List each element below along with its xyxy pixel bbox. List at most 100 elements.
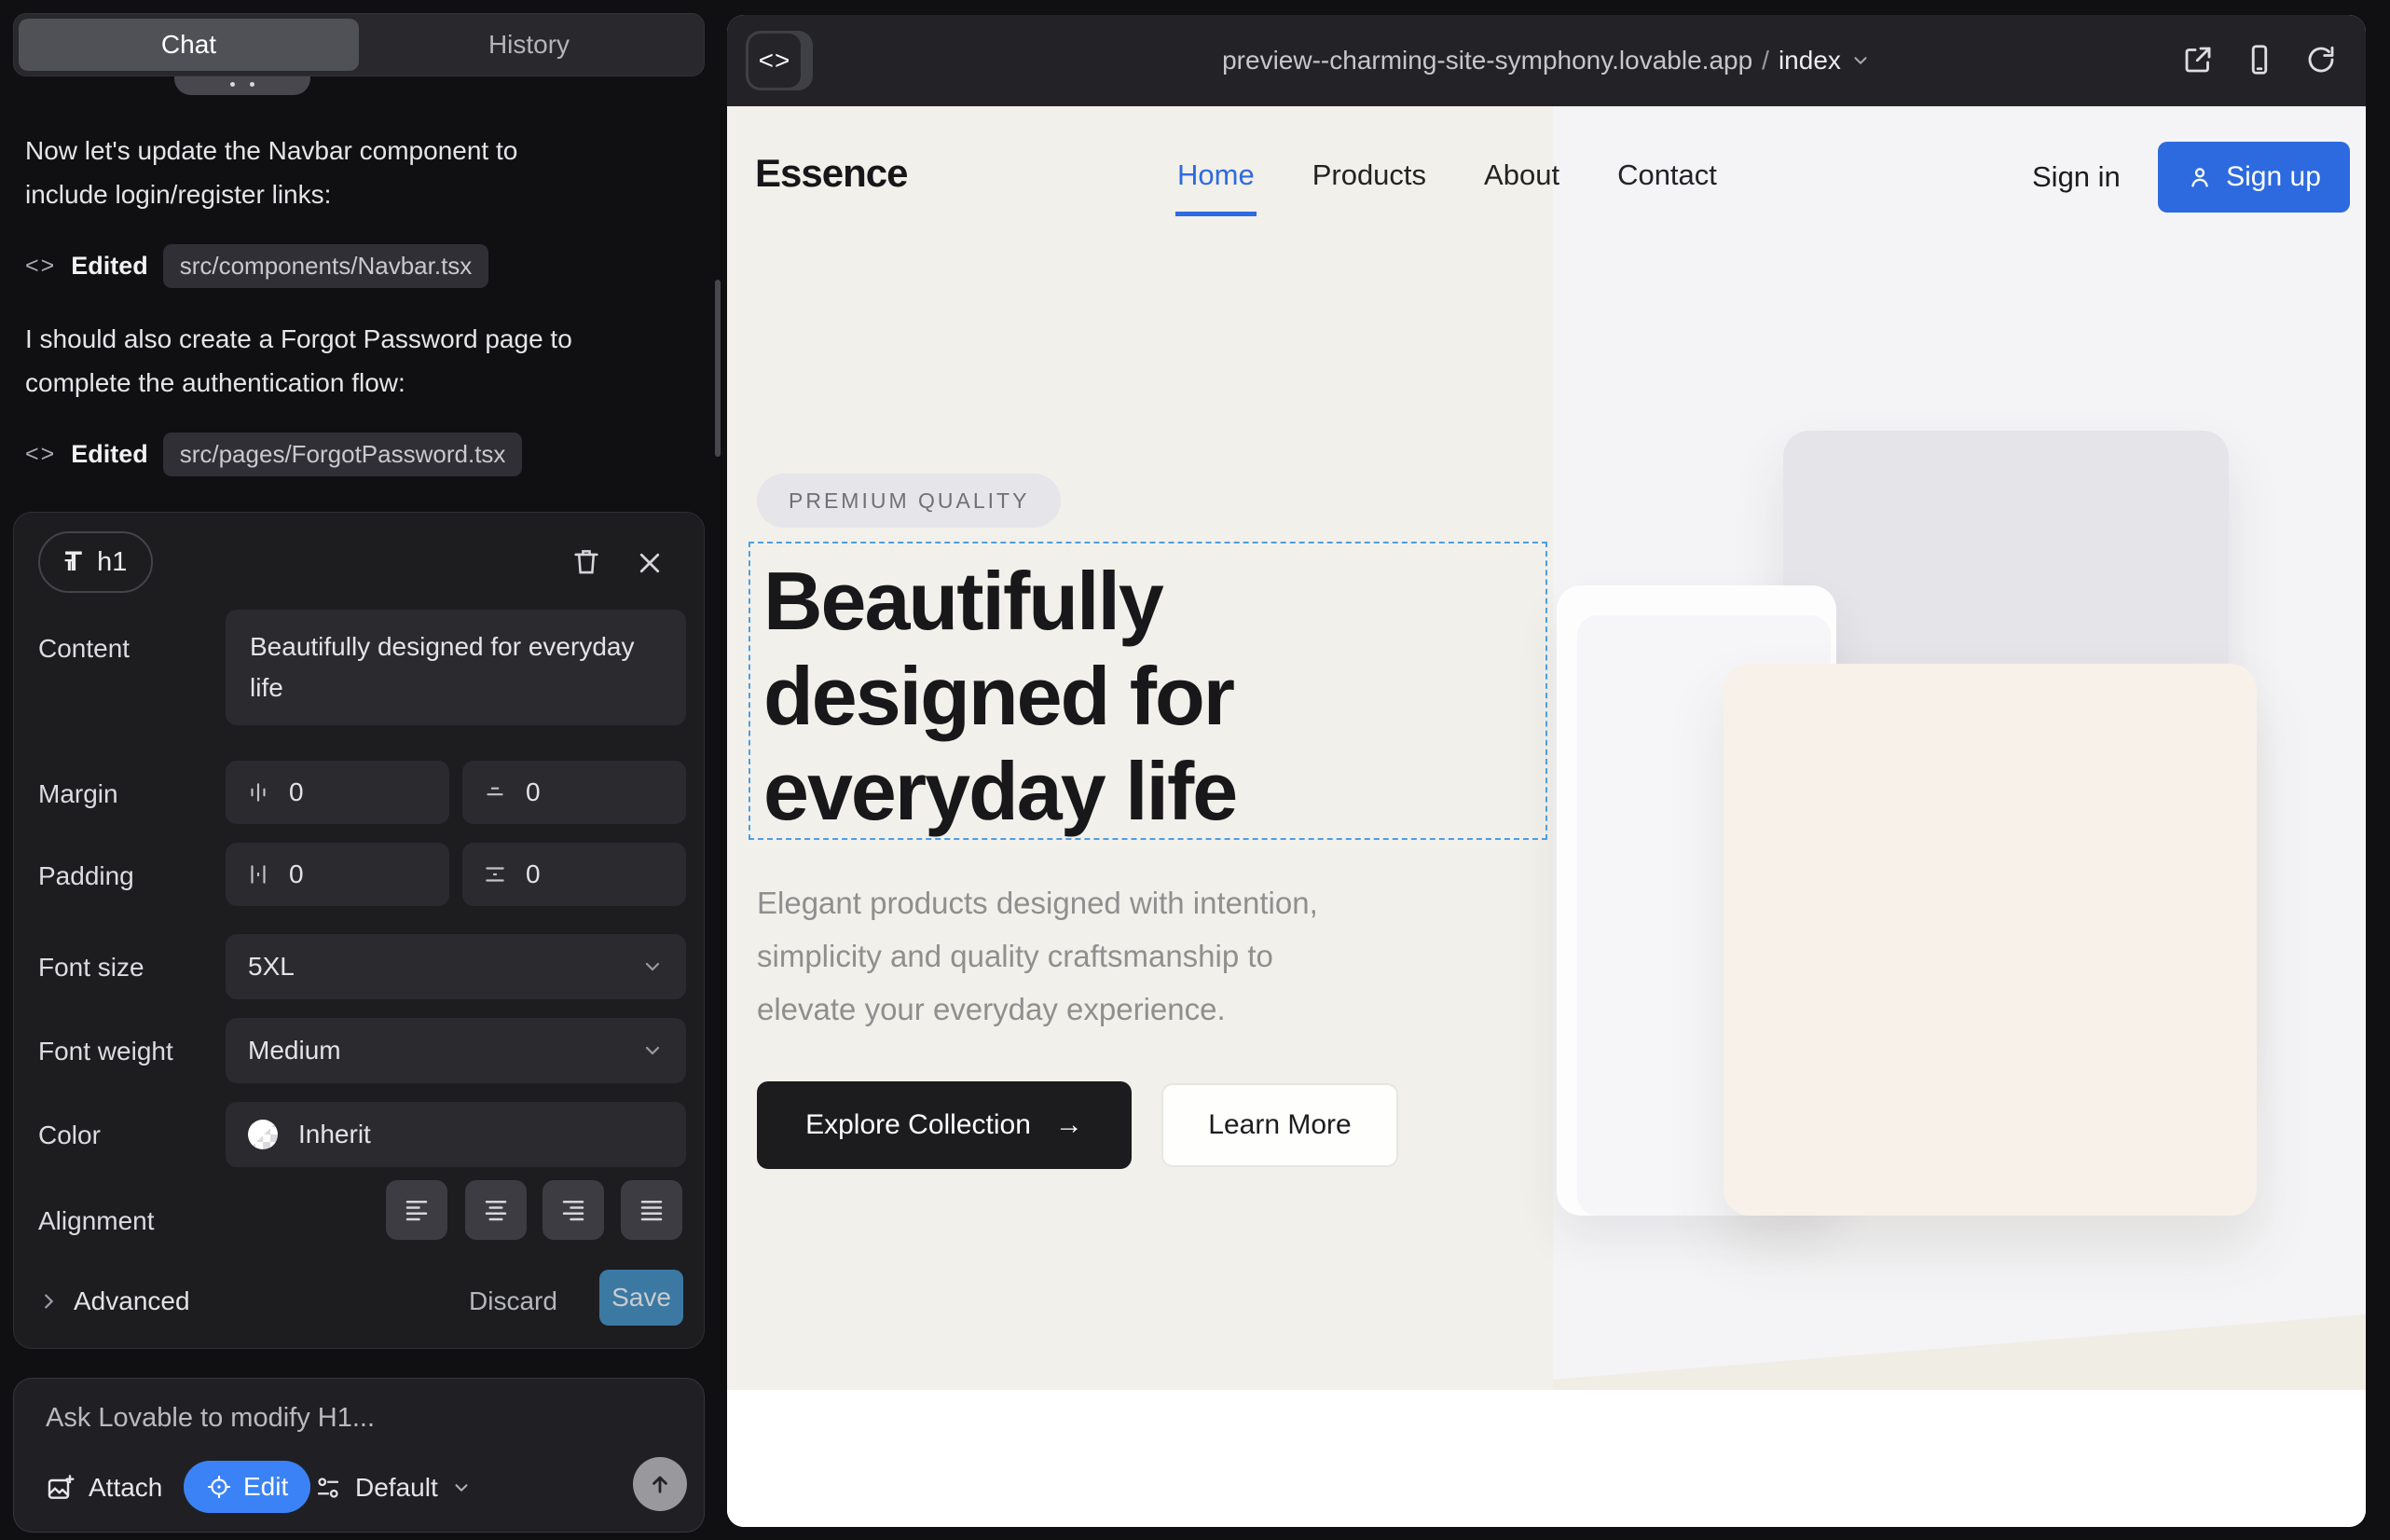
model-default-select[interactable]: Default (314, 1464, 472, 1511)
save-button[interactable]: Save (599, 1270, 683, 1326)
url-host: preview--charming-site-symphony.lovable.… (1222, 46, 1752, 76)
sliders-icon (314, 1474, 342, 1502)
preview-browser-window: <> preview--charming-site-symphony.lovab… (727, 15, 2366, 1527)
url-separator: / (1762, 46, 1769, 76)
site-preview: Essence Home Products About Contact Sign… (727, 106, 2366, 1527)
padding-vertical-icon (483, 862, 507, 887)
padding-horizontal-icon (246, 862, 270, 887)
align-justify-icon (638, 1196, 666, 1224)
chevron-down-icon (451, 1478, 472, 1498)
margin-horizontal-icon (246, 780, 270, 804)
sign-in-link[interactable]: Sign in (2032, 160, 2121, 194)
file-chip[interactable]: src/pages/ForgotPassword.tsx (163, 433, 523, 476)
nav-link-home[interactable]: Home (1177, 158, 1255, 192)
element-editor-panel: тT h1 Content Beautifully designed for e… (13, 512, 705, 1349)
sign-up-button[interactable]: Sign up (2158, 142, 2350, 213)
align-center-button[interactable] (465, 1180, 527, 1240)
font-size-select[interactable]: 5XL (226, 934, 686, 999)
active-underline (1175, 212, 1257, 216)
target-icon (206, 1474, 232, 1500)
align-center-icon (482, 1196, 510, 1224)
chat-scrollbar[interactable] (715, 280, 721, 457)
nav-link-products[interactable]: Products (1312, 158, 1426, 192)
align-justify-button[interactable] (621, 1180, 682, 1240)
open-external-icon[interactable] (2181, 43, 2215, 76)
close-icon (636, 549, 664, 577)
chevron-down-icon (641, 1039, 664, 1062)
margin-y-input[interactable]: 0 (462, 761, 686, 824)
url-page: index (1779, 46, 1841, 76)
user-icon (2187, 164, 2213, 190)
code-icon: <> (759, 46, 791, 76)
attach-button[interactable]: Attach (46, 1464, 162, 1511)
content-label: Content (38, 634, 130, 664)
edited-label: Edited (71, 440, 148, 469)
chevron-down-icon (1850, 50, 1871, 71)
nav-link-about[interactable]: About (1484, 158, 1559, 192)
next-section-band (727, 1390, 2366, 1527)
padding-y-input[interactable]: 0 (462, 843, 686, 906)
chevron-down-icon (641, 956, 664, 978)
color-select[interactable]: Inherit (226, 1102, 686, 1167)
site-nav: Home Products About Contact (1177, 158, 1717, 192)
chat-message: Now let's update the Navbar component to… (25, 129, 659, 216)
code-icon: <> (25, 441, 56, 468)
refresh-icon[interactable] (2304, 43, 2338, 76)
color-label: Color (38, 1121, 101, 1150)
font-weight-label: Font weight (38, 1037, 173, 1066)
margin-label: Margin (38, 779, 118, 809)
site-logo[interactable]: Essence (755, 151, 907, 196)
trash-icon (570, 545, 602, 577)
premium-quality-badge: PREMIUM QUALITY (757, 474, 1061, 528)
url-bar[interactable]: preview--charming-site-symphony.lovable.… (1222, 46, 1871, 76)
delete-element-button[interactable] (566, 541, 607, 582)
app-root: Chat History Now let's update the Navbar… (0, 0, 2390, 1540)
tab-chat[interactable]: Chat (19, 19, 359, 71)
explore-collection-button[interactable]: Explore Collection → (757, 1081, 1132, 1169)
hero-heading[interactable]: Beautifully designed for everyday life (763, 554, 1236, 839)
close-editor-button[interactable] (631, 544, 668, 582)
selected-element-pill[interactable]: тT h1 (38, 531, 153, 593)
browser-actions (2181, 43, 2338, 76)
edited-file-row: <> Edited src/pages/ForgotPassword.tsx (25, 431, 522, 477)
padding-x-input[interactable]: 0 (226, 843, 449, 906)
decorative-card-beige (1724, 664, 2257, 1216)
padding-label: Padding (38, 861, 134, 891)
browser-topbar: <> preview--charming-site-symphony.lovab… (727, 15, 2366, 106)
discard-button[interactable]: Discard (469, 1286, 557, 1316)
margin-vertical-icon (483, 780, 507, 804)
color-swatch (248, 1120, 278, 1149)
advanced-toggle[interactable]: Advanced (38, 1286, 190, 1316)
hero-description: Elegant products designed with intention… (757, 876, 1318, 1036)
file-chip[interactable]: src/components/Navbar.tsx (163, 244, 489, 288)
align-right-button[interactable] (543, 1180, 604, 1240)
attach-image-icon (46, 1473, 76, 1503)
chevron-right-icon (38, 1291, 59, 1312)
send-button[interactable] (633, 1457, 687, 1511)
margin-x-input[interactable]: 0 (226, 761, 449, 824)
edit-mode-button[interactable]: Edit (184, 1461, 310, 1513)
mobile-view-icon[interactable] (2243, 43, 2276, 76)
chat-history-tabs: Chat History (13, 13, 705, 76)
type-icon: тT (64, 546, 82, 578)
learn-more-button[interactable]: Learn More (1161, 1083, 1398, 1167)
alignment-label: Alignment (38, 1206, 155, 1236)
arrow-right-icon: → (1055, 1109, 1083, 1141)
content-input[interactable]: Beautifully designed for everyday life (226, 610, 686, 725)
font-weight-select[interactable]: Medium (226, 1018, 686, 1083)
composer-input[interactable]: Ask Lovable to modify H1... (46, 1403, 375, 1434)
align-left-icon (403, 1196, 431, 1224)
edited-label: Edited (71, 252, 148, 281)
edited-file-row: <> Edited src/components/Navbar.tsx (25, 242, 488, 289)
nav-link-contact[interactable]: Contact (1617, 158, 1717, 192)
chat-composer: Ask Lovable to modify H1... Attach Edit … (13, 1378, 705, 1533)
code-view-toggle[interactable]: <> (746, 31, 813, 90)
chip-dots-icon (230, 82, 254, 87)
align-left-button[interactable] (386, 1180, 447, 1240)
element-tag-label: h1 (97, 547, 127, 578)
arrow-up-icon (647, 1471, 673, 1497)
font-size-label: Font size (38, 953, 144, 983)
code-icon: <> (25, 253, 56, 280)
tab-history[interactable]: History (359, 19, 699, 71)
align-right-icon (559, 1196, 587, 1224)
